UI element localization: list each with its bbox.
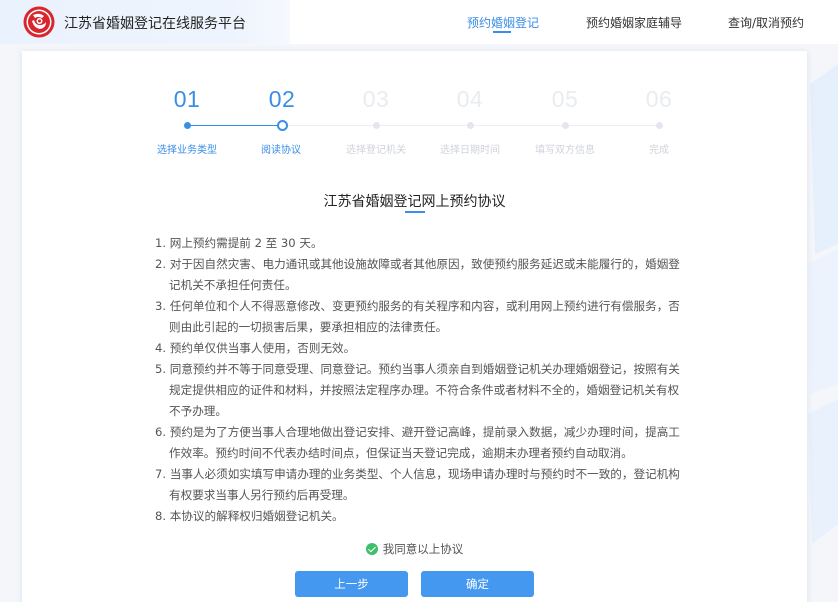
check-circle-icon[interactable] bbox=[365, 543, 378, 555]
step-number-5: 05 bbox=[551, 86, 579, 112]
step-connector-3 bbox=[380, 125, 470, 126]
site-title: 江苏省婚姻登记在线服务平台 bbox=[64, 16, 246, 32]
marriage-registration-logo-icon bbox=[23, 6, 55, 38]
confirm-button[interactable]: 确定 bbox=[421, 571, 534, 597]
agreement-term: 1. 网上预约需提前 2 至 30 天。 bbox=[155, 236, 323, 250]
agreement-title: 江苏省婚姻登记网上预约协议 bbox=[323, 194, 506, 210]
agreement-term: 3. 任何单位和个人不得恶意修改、变更预约服务的有关程序和内容，或利用网上预约进… bbox=[155, 299, 680, 334]
nav-book-marriage-registration[interactable]: 预约婚姻登记 bbox=[467, 14, 539, 31]
step-label-4: 选择日期时间 bbox=[440, 145, 500, 156]
step-dot-5 bbox=[562, 122, 569, 129]
step-label-6: 完成 bbox=[649, 145, 669, 156]
nav-book-family-counseling[interactable]: 预约婚姻家庭辅导 bbox=[586, 14, 682, 31]
step-number-2: 02 bbox=[268, 86, 296, 112]
agreement-term: 5. 同意预约并不等于同意受理、同意登记。预约当事人须亲自到婚姻登记机关办理婚姻… bbox=[155, 362, 680, 418]
step-connector-2 bbox=[286, 125, 376, 126]
agreement-term: 4. 预约单仅供当事人使用，否则无效。 bbox=[155, 341, 356, 355]
step-dot-3 bbox=[373, 122, 380, 129]
step-dot-2-current bbox=[277, 120, 288, 131]
step-label-3: 选择登记机关 bbox=[346, 145, 406, 156]
step-number-1: 01 bbox=[173, 86, 201, 112]
nav-query-cancel-booking[interactable]: 查询/取消预约 bbox=[728, 14, 804, 31]
agreement-term: 2. 对于因自然灾害、电力通讯或其他设施故障或者其他原因，致使预约服务延迟或未能… bbox=[155, 257, 680, 292]
agreement-title-underline bbox=[405, 211, 425, 213]
step-dot-1 bbox=[184, 122, 191, 129]
step-number-4: 04 bbox=[456, 86, 484, 112]
agree-label: 我同意以上协议 bbox=[382, 542, 464, 556]
agreement-term: 8. 本协议的解释权归婚姻登记机关。 bbox=[155, 509, 344, 523]
step-connector-5 bbox=[569, 125, 661, 126]
step-dot-6 bbox=[656, 122, 663, 129]
top-header: 江苏省婚姻登记在线服务平台 预约婚姻登记 预约婚姻家庭辅导 查询/取消预约 bbox=[0, 0, 838, 44]
agreement-terms-list: 1. 网上预约需提前 2 至 30 天。 2. 对于因自然灾害、电力通讯或其他设… bbox=[155, 233, 690, 527]
agreement-term: 6. 预约是为了方便当事人合理地做出登记安排、避开登记高峰，提前录入数据，减少办… bbox=[155, 425, 680, 460]
nav-active-indicator bbox=[493, 31, 511, 33]
agreement-term: 7. 当事人必须如实填写申请办理的业务类型、个人信息，现场申请办理时与预约时不一… bbox=[155, 467, 680, 502]
step-label-2: 阅读协议 bbox=[261, 145, 301, 156]
step-connector-1 bbox=[190, 125, 280, 126]
step-label-5: 填写双方信息 bbox=[535, 145, 595, 156]
step-number-3: 03 bbox=[362, 86, 390, 112]
step-number-6: 06 bbox=[645, 86, 673, 112]
prev-step-button[interactable]: 上一步 bbox=[295, 571, 408, 597]
step-dot-4 bbox=[467, 122, 474, 129]
step-connector-4 bbox=[474, 125, 566, 126]
agree-checkbox-row[interactable]: 我同意以上协议 bbox=[22, 541, 807, 557]
step-label-1: 选择业务类型 bbox=[157, 145, 217, 156]
